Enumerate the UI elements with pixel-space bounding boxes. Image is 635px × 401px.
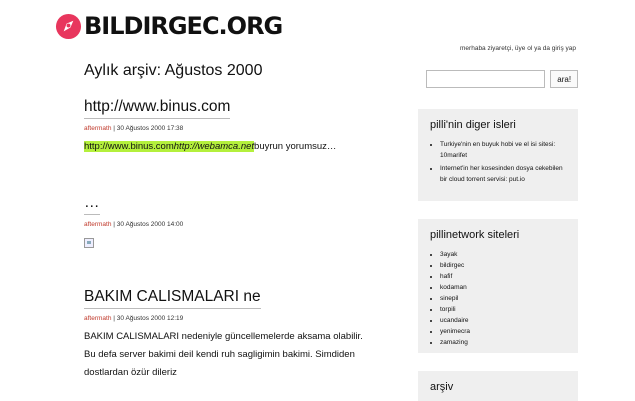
widget-link-putio[interactable]: Internet'in her kosesinden dosya cekebil… [440, 163, 566, 185]
widget-title: pillinetwork siteleri [430, 229, 520, 241]
post-body: http://www.binus.comhttp://webamca.netbu… [84, 138, 384, 156]
post-meta: aftermath | 30 Ağustos 2000 12:19 [84, 315, 384, 322]
network-site-link[interactable]: torpili [440, 304, 566, 315]
post: BAKIM CALISMALARI ne aftermath | 30 Ağus… [84, 287, 384, 382]
widget-archive: arşiv [418, 371, 578, 401]
post: … aftermath | 30 Ağustos 2000 14:00 [84, 193, 384, 248]
binus-link[interactable]: http://www.binus.com [84, 141, 174, 152]
post-body-text: buyrun yorumsuz… [254, 141, 337, 152]
network-site-link[interactable]: 3ayak [440, 249, 566, 260]
widget-network-sites: pillinetwork siteleri 3ayak bildirgec ha… [418, 219, 578, 353]
network-site-link[interactable]: yenimecra [440, 326, 566, 337]
site-logo[interactable]: BILDIRGEC.ORG [55, 11, 283, 41]
network-site-link[interactable]: kodaman [440, 282, 566, 293]
widget-other-projects: pilli'nin diger isleri Turkiye'nin en bu… [418, 109, 578, 201]
post-author-link[interactable]: aftermath [84, 125, 111, 132]
network-site-link[interactable]: ucandaire [440, 315, 566, 326]
post-meta: aftermath | 30 Ağustos 2000 17:38 [84, 125, 384, 132]
post-author-link[interactable]: aftermath [84, 221, 111, 228]
post-date: 30 Ağustos 2000 12:19 [116, 315, 184, 322]
site-logo-text: BILDIRGEC.ORG [84, 12, 283, 40]
webamca-link[interactable]: http://webamca.net [173, 141, 255, 152]
post: http://www.binus.com aftermath | 30 Ağus… [84, 97, 384, 156]
post-title-link[interactable]: BAKIM CALISMALARI ne [84, 287, 261, 309]
post-title-link[interactable]: http://www.binus.com [84, 97, 231, 119]
post-body-line: BAKIM CALISMALARI nedeniyle güncellemele… [84, 331, 363, 342]
widget-title: pilli'nin diger isleri [430, 119, 516, 131]
archive-title: Aylık arşiv: Ağustos 2000 [84, 62, 263, 79]
network-site-link[interactable]: bildirgec [440, 260, 566, 271]
search-input[interactable] [426, 70, 546, 88]
bildirgec-logo-icon [55, 13, 82, 39]
post-author-link[interactable]: aftermath [84, 315, 111, 322]
widget-list: 3ayak bildirgec hafif kodaman sinepil to… [430, 249, 566, 348]
post-date: 30 Ağustos 2000 17:38 [116, 125, 184, 132]
network-site-link[interactable]: hafif [440, 271, 566, 282]
widget-link-10marifet[interactable]: Turkiye'nin en buyuk hobi ve el isi site… [440, 139, 566, 161]
search-button[interactable]: ara! [550, 70, 578, 88]
post-body-line: dostlardan özür dileriz [84, 367, 177, 378]
widget-list: Turkiye'nin en buyuk hobi ve el isi site… [430, 139, 566, 185]
post-body: BAKIM CALISMALARI nedeniyle güncellemele… [84, 328, 384, 382]
broken-image-icon [84, 238, 94, 248]
login-greeting-link[interactable]: merhaba ziyaretçi, üye ol ya da giriş ya… [460, 45, 576, 52]
post-meta: aftermath | 30 Ağustos 2000 14:00 [84, 221, 384, 228]
post-date: 30 Ağustos 2000 14:00 [116, 221, 184, 228]
network-site-link[interactable]: sinepil [440, 293, 566, 304]
post-title-link[interactable]: … [84, 193, 100, 215]
post-body-line: Bu defa server bakimi deil kendi ruh sag… [84, 349, 355, 360]
search-form: ara! [426, 70, 578, 90]
network-site-link[interactable]: zamazing [440, 337, 566, 348]
widget-title: arşiv [430, 381, 454, 393]
